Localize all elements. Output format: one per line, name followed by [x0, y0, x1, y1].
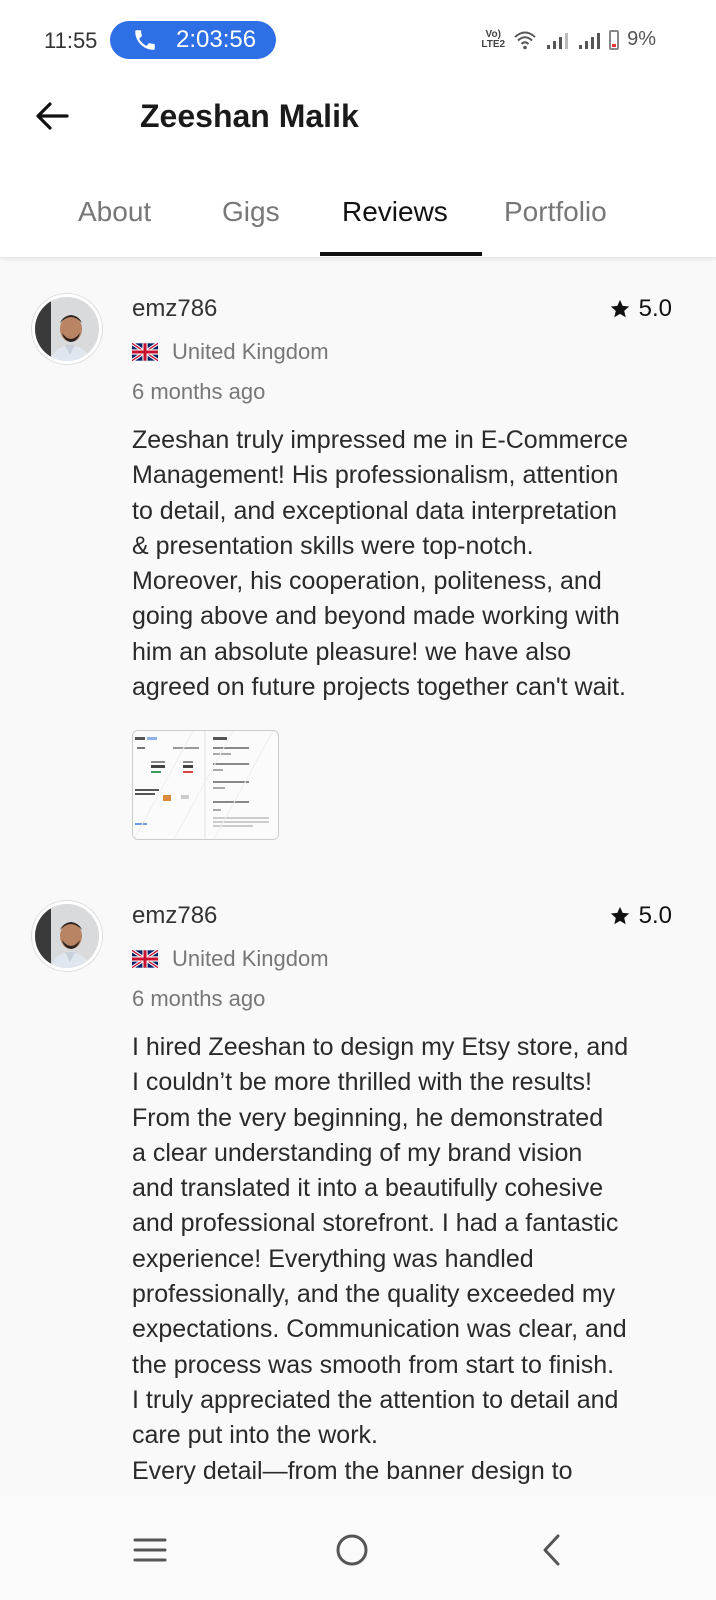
review-text-line: & presentation skills were top-notch. — [132, 531, 534, 560]
arrow-left-icon — [36, 102, 69, 130]
review-text-line: care put into the work. — [132, 1421, 378, 1450]
star-icon — [610, 299, 629, 318]
review-text-line: I couldn’t be more thrilled with the res… — [132, 1068, 592, 1097]
country-name: United Kingdom — [172, 339, 329, 364]
uk-flag-icon — [132, 950, 158, 968]
reviewer-country: United Kingdom — [132, 339, 329, 365]
review-text-line: I truly appreciated the attention to det… — [132, 1385, 619, 1414]
user-photo-icon — [35, 904, 99, 968]
review-text-line: Every detail—from the banner design to — [132, 1456, 573, 1485]
dashboard-screenshot-image — [133, 731, 278, 839]
active-tab-indicator — [320, 252, 482, 256]
profile-header: Zeeshan Malik — [0, 80, 716, 160]
review-text: I hired Zeeshan to design my Etsy store,… — [132, 1030, 682, 1489]
reviewer-username[interactable]: emz786 — [132, 295, 217, 323]
system-icons: Vo) LTE2 9% — [481, 28, 656, 51]
review-text-line: and translated it into a beautifully coh… — [132, 1174, 604, 1203]
home-icon — [336, 1534, 368, 1566]
review-text-line: Moreover, his cooperation, politeness, a… — [132, 567, 602, 596]
profile-tabs: About Gigs Reviews Portfolio — [0, 160, 716, 258]
review-text-line: Management! His professionalism, attenti… — [132, 461, 619, 490]
review-attachment-thumbnail[interactable] — [132, 730, 279, 840]
back-icon — [543, 1534, 560, 1566]
review-text-line: From the very beginning, he demonstrated — [132, 1103, 604, 1132]
review-text: Zeeshan truly impressed me in E-Commerce… — [132, 423, 682, 705]
review-text-line: a clear understanding of my brand vision — [132, 1138, 583, 1167]
tab-about[interactable]: About — [78, 196, 151, 228]
review-text-line: expectations. Communication was clear, a… — [132, 1315, 627, 1344]
nav-back-button[interactable] — [528, 1526, 576, 1574]
review-text-line: to detail, and exceptional data interpre… — [132, 496, 618, 525]
review-rating: 5.0 — [609, 902, 672, 930]
call-duration: 2:03:56 — [176, 26, 257, 53]
review-text-line: him an absolute pleasure! we have also — [132, 637, 572, 666]
status-time: 11:55 — [44, 28, 98, 53]
page-title: Zeeshan Malik — [140, 98, 359, 134]
country-name: United Kingdom — [172, 946, 329, 971]
phone-icon — [135, 30, 155, 50]
rating-value: 5.0 — [638, 902, 672, 929]
review-text-line: Zeeshan truly impressed me in E-Commerce — [132, 426, 628, 454]
signal-icon — [547, 32, 569, 49]
home-button[interactable] — [328, 1526, 376, 1574]
status-bar: 11:55 2:03:56 Vo) LTE2 9% — [0, 0, 716, 80]
tab-portfolio[interactable]: Portfolio — [504, 196, 607, 228]
review-text-line: experience! Everything was handled — [132, 1244, 534, 1273]
review-rating: 5.0 — [609, 295, 672, 323]
volte-indicator: Vo) LTE2 — [481, 28, 506, 50]
user-photo-icon — [35, 297, 99, 361]
signal-icon-2 — [579, 32, 601, 49]
review-time: 6 months ago — [132, 986, 266, 1011]
reviewer-username[interactable]: emz786 — [132, 902, 217, 930]
reviewer-country: United Kingdom — [132, 946, 329, 972]
ongoing-call-pill[interactable]: 2:03:56 — [110, 21, 276, 59]
review-text-line: the process was smooth from start to fin… — [132, 1350, 615, 1379]
wifi-icon — [514, 31, 536, 49]
system-navigation-bar — [0, 1498, 716, 1600]
back-button[interactable] — [32, 96, 72, 136]
review-time: 6 months ago — [132, 379, 266, 404]
avatar[interactable] — [32, 901, 102, 971]
tab-reviews[interactable]: Reviews — [342, 196, 448, 228]
review-text-line: and professional storefront. I had a fan… — [132, 1209, 619, 1238]
reviews-list[interactable]: emz786 5.0 United Kingdom 6 months ago Z… — [0, 258, 716, 1498]
review-text-line: going above and beyond made working with — [132, 602, 620, 631]
review-text-line: professionally, and the quality exceeded… — [132, 1280, 616, 1309]
review-text-line: I hired Zeeshan to design my Etsy store,… — [132, 1033, 629, 1061]
battery-icon — [609, 29, 620, 50]
rating-value: 5.0 — [638, 295, 672, 322]
review-text-line: agreed on future projects together can't… — [132, 673, 626, 702]
recent-apps-button[interactable] — [126, 1526, 174, 1574]
battery-level: 9% — [627, 28, 656, 50]
tab-gigs[interactable]: Gigs — [222, 196, 280, 228]
recent-apps-icon — [133, 1538, 167, 1562]
uk-flag-icon — [132, 343, 158, 361]
star-icon — [610, 906, 629, 925]
avatar[interactable] — [32, 294, 102, 364]
